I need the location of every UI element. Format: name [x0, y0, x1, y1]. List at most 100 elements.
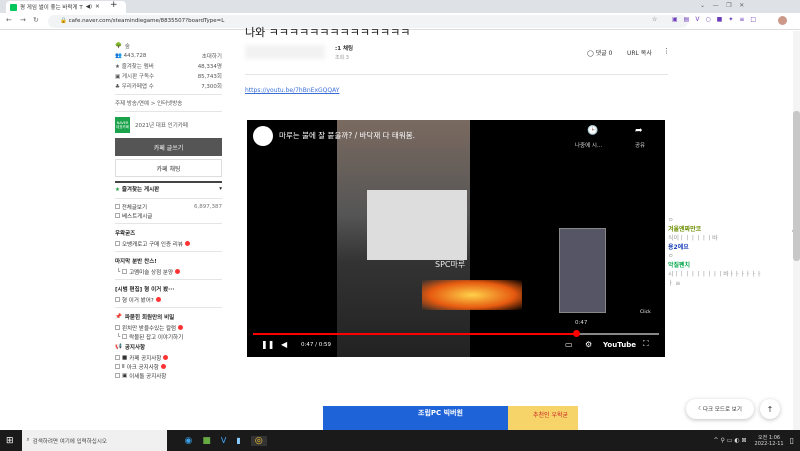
app-v-icon[interactable]: V: [221, 436, 226, 445]
stat-value: 48,334명: [197, 64, 222, 70]
audio-icon[interactable]: ◀): [86, 4, 92, 10]
ad-banner[interactable]: 조립PC 빅버원: [323, 406, 523, 430]
new-tab-button[interactable]: +: [110, 0, 118, 10]
stat-label: ★ 즐겨찾는 멤버: [115, 64, 154, 70]
clock[interactable]: 오전 1:06 2022-12-11: [755, 434, 784, 447]
channel-avatar[interactable]: [253, 126, 273, 146]
invite-link[interactable]: 초대하기: [202, 52, 222, 60]
fav-header: 즐겨찾는 게시판: [121, 187, 160, 193]
award-text: 2021년 대표 인기카페: [135, 123, 188, 129]
author-level: :1 채팅: [335, 46, 354, 52]
url-text: cafe.naver.com/steamindiegame/8835507?bo…: [68, 18, 225, 24]
edge-icon[interactable]: ◉: [185, 436, 193, 446]
video-caption: SPC마루: [435, 260, 466, 269]
view-count: 조회 3: [335, 55, 349, 61]
youtube-link[interactable]: https://youtu.be/7hBnExGQQAY: [245, 87, 668, 94]
comment-button[interactable]: ◯ 댓글 0: [587, 48, 612, 57]
more-icon[interactable]: ⋮: [663, 47, 670, 55]
lock-icon: 🔒: [60, 18, 67, 24]
section-title: 마지막 분반 찬스!: [115, 259, 157, 265]
stat-label: ♣ 우리카페앱 수: [115, 84, 154, 90]
board-item[interactable]: └ 락물된 잡고 이야기하기: [115, 332, 222, 341]
naver-badge: NAVER 대표카페: [115, 117, 130, 133]
pause-icon[interactable]: ❚❚: [261, 340, 274, 349]
profile-avatar[interactable]: [778, 16, 787, 25]
board-item[interactable]: 형 이거 봤어?: [115, 295, 222, 304]
tray-icons[interactable]: ^ ⚲ ▭ ◐ ⊠: [714, 437, 747, 444]
cafe-icon: 🌳: [115, 43, 122, 49]
browser-tab[interactable]: 평 게임 썰이 좋는 바락게 T ◀) ✕: [6, 1, 126, 13]
progress-handle[interactable]: [573, 330, 581, 337]
fullscreen-icon[interactable]: ⛶: [643, 339, 649, 349]
cafe-name[interactable]: 숲: [125, 42, 130, 50]
star-icon[interactable]: ☆: [652, 16, 657, 23]
app-icon[interactable]: ▮: [236, 436, 240, 445]
board-item[interactable]: ■ 카페 공지사항: [115, 353, 222, 362]
section-title: 우왁굳즈: [115, 231, 136, 237]
board-item[interactable]: Ⅱ 아크 공지사항: [115, 362, 222, 371]
video-flames: [422, 280, 522, 310]
pin-icon: 📌: [115, 314, 122, 320]
progress-bar[interactable]: [253, 333, 659, 335]
chrome-icon[interactable]: ◎: [250, 435, 267, 446]
extension-icons[interactable]: ▣▤V○■✦≡□: [672, 16, 762, 23]
clock-icon[interactable]: 🕒: [587, 126, 598, 136]
watch-later-label[interactable]: 나중에 시...: [575, 141, 602, 149]
post-title: 나와 ㅋㅋㅋㅋㅋㅋㅋㅋㅋㅋㅋㅋㅋㅋ: [245, 26, 411, 39]
scrollbar[interactable]: [793, 31, 800, 430]
video-board: [367, 190, 467, 260]
share-icon[interactable]: ➦: [635, 126, 643, 136]
preview-thumbnail: [559, 228, 606, 313]
write-button[interactable]: 카페 글쓰기: [115, 138, 222, 156]
hover-time: 0:47: [575, 320, 588, 326]
url-copy-button[interactable]: URL 복사: [627, 48, 652, 57]
tab-title: 평 게임 썰이 좋는 바락게 T: [20, 5, 83, 11]
ad-text: 조립PC 빅버원: [418, 409, 463, 417]
chat-username[interactable]: 겨울엔짜만코: [668, 224, 793, 233]
dark-mode-button[interactable]: ☾ 다크 모드로 보기: [686, 399, 754, 419]
youtube-player[interactable]: 마루는 불에 잘 붙을까? / 바닥재 다 태워봄. 🕒 나중에 시... ➦ …: [247, 120, 665, 357]
board-item[interactable]: 오뱅캐로고 구매 인증 리뷰: [115, 239, 222, 248]
scroll-top-icon[interactable]: ↑: [760, 399, 780, 419]
board-item[interactable]: 왼치만 받을수있는 칼럼: [115, 323, 222, 332]
section-title: [시범 편집] 형 이거 봤···: [115, 287, 175, 293]
chat-message: 시ㅣㅣㅣㅣㅣㅣㅣㅣㅣ바ㅏㅏㅏㅏㅏㅏ: [668, 271, 762, 278]
volume-icon[interactable]: ◀: [281, 340, 287, 349]
forward-icon[interactable]: →: [20, 16, 26, 24]
notification-icon[interactable]: ▯: [790, 436, 794, 445]
cafe-sidebar: 🌳 숲 👥 443,728 초대하기 ★ 즐겨찾는 멤버 48,334명 ▣ 게시판 …: [115, 31, 222, 380]
board-item[interactable]: └ 고멤미술 상점 분양: [115, 267, 222, 276]
chat-message: 식이ㅣㅣㅣㅣㅣㅣ바: [668, 235, 718, 242]
section-title: 공지사항: [124, 345, 146, 351]
cafe-theme[interactable]: 주제 방송/연예 > 인터넷방송: [115, 98, 222, 108]
naver-cafe-favicon: [10, 3, 17, 11]
search-icon: ⌕: [26, 437, 30, 443]
taskbar-search-input[interactable]: ⌕ 검색하려면 여기에 입력하십시오: [21, 430, 167, 451]
window-controls[interactable]: ⌄ — ❐ ✕: [700, 2, 744, 9]
video-title[interactable]: 마루는 불에 잘 붙을까? / 바닥재 다 태워봄.: [279, 130, 415, 141]
chat-button[interactable]: 카페 채팅: [115, 159, 222, 177]
chat-username[interactable]: 용2에요: [668, 242, 793, 251]
chevron-down-icon[interactable]: ▾: [219, 186, 222, 192]
star-icon: ★: [115, 187, 120, 193]
board-best[interactable]: 베스트게시글: [115, 211, 222, 220]
close-tab-icon[interactable]: ✕: [95, 4, 100, 10]
chat-username[interactable]: 악질펜치: [668, 260, 793, 269]
stat-label: ▣ 게시판 구독수: [115, 74, 155, 80]
board-item[interactable]: ▣ 이세돌 공지사항: [115, 371, 222, 380]
minecraft-icon[interactable]: ■: [202, 436, 211, 446]
chat-message: ㅇ: [668, 217, 674, 224]
click-watermark: Click: [640, 310, 651, 315]
post-area: 나와 ㅋㅋㅋㅋㅋㅋㅋㅋㅋㅋㅋㅋㅋㅋ :1 채팅 조회 3 ◯ 댓글 0 URL …: [245, 24, 670, 94]
reload-icon[interactable]: ↻: [33, 16, 39, 24]
board-all[interactable]: 전체글보기 6,897,387: [115, 202, 222, 211]
ad-text-2: 추천인 우왁굳: [523, 406, 578, 430]
share-label[interactable]: 공유: [635, 141, 645, 149]
youtube-logo[interactable]: YouTube: [603, 341, 636, 349]
settings-icon[interactable]: ⚙: [585, 340, 592, 349]
windows-start-icon[interactable]: ⊞: [6, 436, 14, 446]
back-icon[interactable]: ←: [6, 16, 12, 24]
author-blurred: [245, 45, 325, 59]
members-icon: 👥: [115, 53, 122, 59]
subtitles-icon[interactable]: ▭: [565, 340, 573, 349]
